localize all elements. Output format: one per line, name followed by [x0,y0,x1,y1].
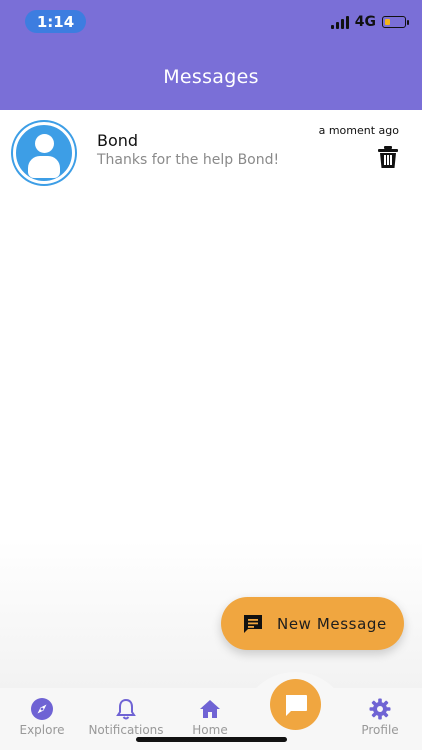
compass-icon [31,698,53,720]
page-title: Messages [163,66,259,88]
battery-icon [382,16,409,28]
message-preview: Thanks for the help Bond! [97,152,280,168]
message-timestamp: a moment ago [318,124,399,137]
home-indicator [136,737,287,742]
tab-explore-label: Explore [19,723,65,737]
gear-icon [369,698,391,720]
app-header: 1:14 4G Messages [0,0,422,110]
new-message-button[interactable]: New Message [221,597,404,650]
status-time: 1:14 [25,10,86,33]
new-message-label: New Message [277,614,387,633]
tab-profile-label: Profile [361,723,399,737]
message-row[interactable]: Bond Thanks for the help Bond! a moment … [0,110,422,196]
tab-home-label: Home [192,723,228,737]
network-type: 4G [354,14,376,30]
signal-icon [330,15,349,29]
messages-tab-button[interactable] [270,679,321,730]
tab-profile[interactable]: Profile [338,688,422,750]
tab-explore[interactable]: Explore [0,688,84,750]
message-icon [244,614,262,633]
status-indicators: 4G [330,14,409,30]
avatar-icon [13,122,75,184]
tab-notifications-label: Notifications [88,723,164,737]
bell-icon [116,698,136,720]
home-icon [200,700,220,718]
trash-icon[interactable] [378,146,398,168]
chat-icon [285,694,307,716]
message-sender: Bond [97,131,139,150]
